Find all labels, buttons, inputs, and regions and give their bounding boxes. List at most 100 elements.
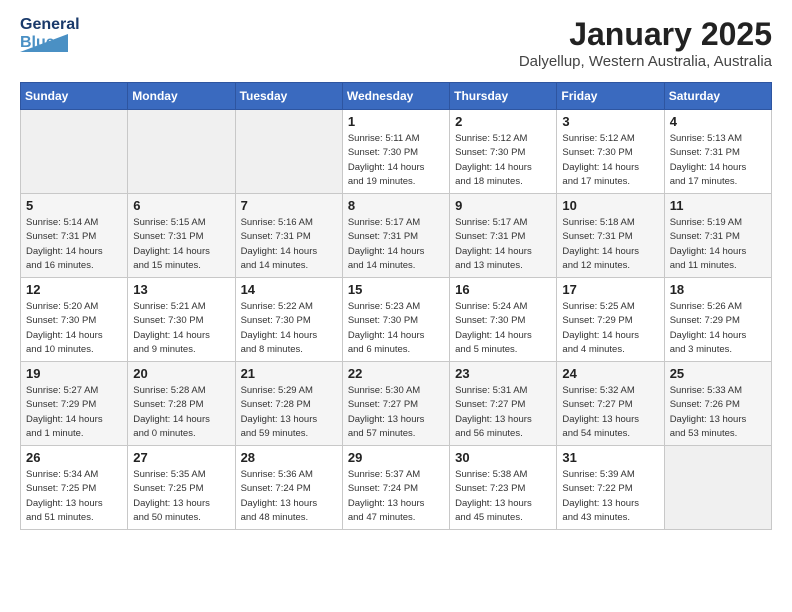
calendar-cell [664, 446, 771, 530]
calendar-cell: 25Sunrise: 5:33 AM Sunset: 7:26 PM Dayli… [664, 362, 771, 446]
day-info: Sunrise: 5:26 AM Sunset: 7:29 PM Dayligh… [670, 300, 766, 357]
day-number: 30 [455, 450, 551, 465]
day-number: 3 [562, 114, 658, 129]
calendar-cell: 23Sunrise: 5:31 AM Sunset: 7:27 PM Dayli… [450, 362, 557, 446]
day-info: Sunrise: 5:39 AM Sunset: 7:22 PM Dayligh… [562, 468, 658, 525]
calendar-cell: 24Sunrise: 5:32 AM Sunset: 7:27 PM Dayli… [557, 362, 664, 446]
month-title: January 2025 [519, 16, 772, 53]
calendar-cell: 26 Sunrise: 5:34 AM Sunset: 7:25 PM Dayli… [21, 446, 128, 530]
calendar-cell: 9 Sunrise: 5:17 AM Sunset: 7:31 PM Daylig… [450, 194, 557, 278]
day-info: Sunrise: 5:11 AM Sunset: 7:30 PM Dayligh… [348, 132, 444, 189]
calendar-cell: 11 Sunrise: 5:19 AM Sunset: 7:31 PM Dayli… [664, 194, 771, 278]
calendar-cell: 18 Sunrise: 5:26 AM Sunset: 7:29 PM Dayli… [664, 278, 771, 362]
day-number: 11 [670, 198, 766, 213]
day-info: Sunrise: 5:25 AM Sunset: 7:29 PM Dayligh… [562, 300, 658, 357]
calendar-cell: 1 Sunrise: 5:11 AM Sunset: 7:30 PM Daylig… [342, 110, 449, 194]
header-day-tuesday: Tuesday [235, 83, 342, 110]
calendar-cell [128, 110, 235, 194]
day-info: Sunrise: 5:38 AM Sunset: 7:23 PM Dayligh… [455, 468, 551, 525]
week-row-3: 12Sunrise: 5:20 AM Sunset: 7:30 PM Dayli… [21, 278, 772, 362]
day-number: 6 [133, 198, 229, 213]
header-day-sunday: Sunday [21, 83, 128, 110]
calendar-cell: 19 Sunrise: 5:27 AM Sunset: 7:29 PM Dayli… [21, 362, 128, 446]
calendar-cell: 20 Sunrise: 5:28 AM Sunset: 7:28 PM Dayli… [128, 362, 235, 446]
location: Dalyellup, Western Australia, Australia [519, 53, 772, 70]
day-number: 9 [455, 198, 551, 213]
week-row-4: 19 Sunrise: 5:27 AM Sunset: 7:29 PM Dayli… [21, 362, 772, 446]
day-number: 19 [26, 366, 122, 381]
day-number: 13 [133, 282, 229, 297]
header-row: SundayMondayTuesdayWednesdayThursdayFrid… [21, 83, 772, 110]
day-number: 29 [348, 450, 444, 465]
calendar-cell: 16 Sunrise: 5:24 AM Sunset: 7:30 PM Dayli… [450, 278, 557, 362]
day-info: Sunrise: 5:23 AM Sunset: 7:30 PM Dayligh… [348, 300, 444, 357]
calendar-cell: 3 Sunrise: 5:12 AM Sunset: 7:30 PM Daylig… [557, 110, 664, 194]
logo-blue: Blue [20, 34, 55, 52]
header-day-monday: Monday [128, 83, 235, 110]
calendar-cell: 8Sunrise: 5:17 AM Sunset: 7:31 PM Daylig… [342, 194, 449, 278]
calendar-cell: 6 Sunrise: 5:15 AM Sunset: 7:31 PM Daylig… [128, 194, 235, 278]
day-info: Sunrise: 5:27 AM Sunset: 7:29 PM Dayligh… [26, 384, 122, 441]
calendar-cell: 27Sunrise: 5:35 AM Sunset: 7:25 PM Dayli… [128, 446, 235, 530]
day-number: 24 [562, 366, 658, 381]
week-row-2: 5Sunrise: 5:14 AM Sunset: 7:31 PM Daylig… [21, 194, 772, 278]
day-info: Sunrise: 5:12 AM Sunset: 7:30 PM Dayligh… [562, 132, 658, 189]
day-number: 1 [348, 114, 444, 129]
day-info: Sunrise: 5:15 AM Sunset: 7:31 PM Dayligh… [133, 216, 229, 273]
day-info: Sunrise: 5:24 AM Sunset: 7:30 PM Dayligh… [455, 300, 551, 357]
calendar-header: SundayMondayTuesdayWednesdayThursdayFrid… [21, 83, 772, 110]
calendar-cell [21, 110, 128, 194]
day-info: Sunrise: 5:20 AM Sunset: 7:30 PM Dayligh… [26, 300, 122, 357]
day-info: Sunrise: 5:19 AM Sunset: 7:31 PM Dayligh… [670, 216, 766, 273]
calendar-cell: 14 Sunrise: 5:22 AM Sunset: 7:30 PM Dayli… [235, 278, 342, 362]
day-info: Sunrise: 5:29 AM Sunset: 7:28 PM Dayligh… [241, 384, 337, 441]
week-row-5: 26 Sunrise: 5:34 AM Sunset: 7:25 PM Dayli… [21, 446, 772, 530]
calendar-cell: 13 Sunrise: 5:21 AM Sunset: 7:30 PM Dayli… [128, 278, 235, 362]
day-number: 17 [562, 282, 658, 297]
day-number: 2 [455, 114, 551, 129]
week-row-1: 1 Sunrise: 5:11 AM Sunset: 7:30 PM Daylig… [21, 110, 772, 194]
calendar-cell: 17 Sunrise: 5:25 AM Sunset: 7:29 PM Dayli… [557, 278, 664, 362]
calendar-cell: 12Sunrise: 5:20 AM Sunset: 7:30 PM Dayli… [21, 278, 128, 362]
day-info: Sunrise: 5:12 AM Sunset: 7:30 PM Dayligh… [455, 132, 551, 189]
day-number: 20 [133, 366, 229, 381]
day-number: 14 [241, 282, 337, 297]
title-area: January 2025 Dalyellup, Western Australi… [519, 16, 772, 70]
calendar-cell: 15 Sunrise: 5:23 AM Sunset: 7:30 PM Dayli… [342, 278, 449, 362]
day-info: Sunrise: 5:36 AM Sunset: 7:24 PM Dayligh… [241, 468, 337, 525]
day-number: 7 [241, 198, 337, 213]
day-info: Sunrise: 5:22 AM Sunset: 7:30 PM Dayligh… [241, 300, 337, 357]
day-number: 18 [670, 282, 766, 297]
calendar-cell: 21 Sunrise: 5:29 AM Sunset: 7:28 PM Dayli… [235, 362, 342, 446]
day-number: 4 [670, 114, 766, 129]
day-info: Sunrise: 5:16 AM Sunset: 7:31 PM Dayligh… [241, 216, 337, 273]
calendar-cell: 5Sunrise: 5:14 AM Sunset: 7:31 PM Daylig… [21, 194, 128, 278]
calendar-table: SundayMondayTuesdayWednesdayThursdayFrid… [20, 82, 772, 530]
logo-general: General [20, 16, 80, 34]
day-number: 26 [26, 450, 122, 465]
day-number: 25 [670, 366, 766, 381]
calendar-cell: 7 Sunrise: 5:16 AM Sunset: 7:31 PM Daylig… [235, 194, 342, 278]
day-number: 5 [26, 198, 122, 213]
header: General Blue January 2025 Dalyellup, Wes… [20, 16, 772, 70]
day-info: Sunrise: 5:13 AM Sunset: 7:31 PM Dayligh… [670, 132, 766, 189]
day-info: Sunrise: 5:21 AM Sunset: 7:30 PM Dayligh… [133, 300, 229, 357]
day-number: 28 [241, 450, 337, 465]
calendar-cell [235, 110, 342, 194]
day-number: 15 [348, 282, 444, 297]
day-info: Sunrise: 5:34 AM Sunset: 7:25 PM Dayligh… [26, 468, 122, 525]
calendar-cell: 29Sunrise: 5:37 AM Sunset: 7:24 PM Dayli… [342, 446, 449, 530]
logo: General Blue [20, 16, 68, 52]
day-info: Sunrise: 5:30 AM Sunset: 7:27 PM Dayligh… [348, 384, 444, 441]
day-number: 16 [455, 282, 551, 297]
calendar-cell: 30 Sunrise: 5:38 AM Sunset: 7:23 PM Dayli… [450, 446, 557, 530]
day-number: 27 [133, 450, 229, 465]
day-info: Sunrise: 5:28 AM Sunset: 7:28 PM Dayligh… [133, 384, 229, 441]
day-number: 8 [348, 198, 444, 213]
day-number: 10 [562, 198, 658, 213]
day-number: 22 [348, 366, 444, 381]
day-number: 21 [241, 366, 337, 381]
calendar-cell: 10Sunrise: 5:18 AM Sunset: 7:31 PM Dayli… [557, 194, 664, 278]
day-info: Sunrise: 5:17 AM Sunset: 7:31 PM Dayligh… [455, 216, 551, 273]
header-day-wednesday: Wednesday [342, 83, 449, 110]
